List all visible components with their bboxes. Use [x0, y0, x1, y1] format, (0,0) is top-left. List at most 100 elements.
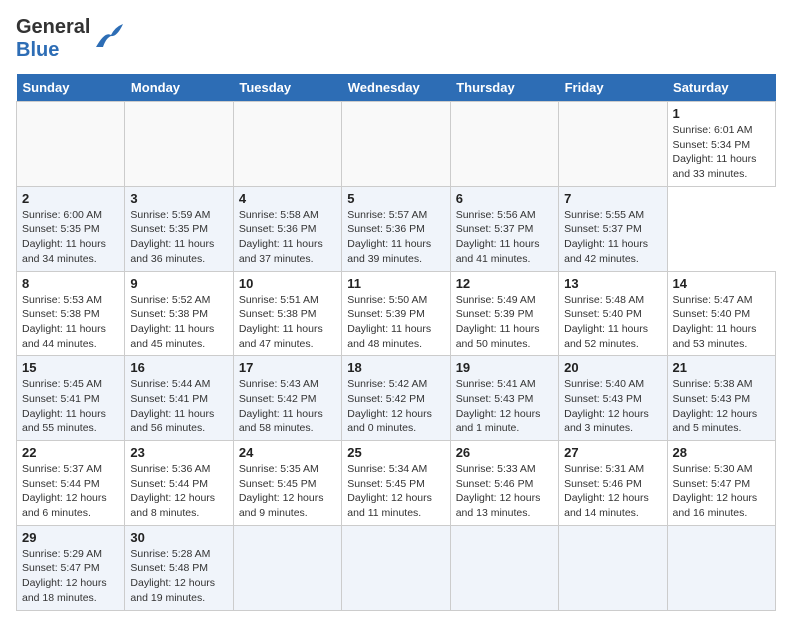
- day-cell-26: 26 Sunrise: 5:33 AMSunset: 5:46 PMDayligh…: [450, 441, 558, 526]
- day-info: Sunrise: 5:37 AMSunset: 5:44 PMDaylight:…: [22, 462, 119, 521]
- day-cell-19: 19 Sunrise: 5:41 AMSunset: 5:43 PMDayligh…: [450, 356, 558, 441]
- day-cell-8: 8 Sunrise: 5:53 AMSunset: 5:38 PMDaylight…: [17, 271, 125, 356]
- day-cell-3: 3 Sunrise: 5:59 AMSunset: 5:35 PMDaylight…: [125, 186, 233, 271]
- day-number: 4: [239, 191, 336, 206]
- day-number: 21: [673, 360, 770, 375]
- day-number: 8: [22, 276, 119, 291]
- empty-cell: [559, 102, 667, 187]
- day-number: 3: [130, 191, 227, 206]
- day-number: 2: [22, 191, 119, 206]
- calendar-week-3: 8 Sunrise: 5:53 AMSunset: 5:38 PMDaylight…: [17, 271, 776, 356]
- weekday-header-friday: Friday: [559, 74, 667, 102]
- day-number: 22: [22, 445, 119, 460]
- day-cell-13: 13 Sunrise: 5:48 AMSunset: 5:40 PMDayligh…: [559, 271, 667, 356]
- day-cell-27: 27Sunrise: 5:31 AMSunset: 5:46 PMDayligh…: [559, 441, 667, 526]
- day-info: Sunrise: 5:30 AMSunset: 5:47 PMDaylight:…: [673, 462, 770, 521]
- calendar-week-2: 2 Sunrise: 6:00 AMSunset: 5:35 PMDaylight…: [17, 186, 776, 271]
- day-number: 13: [564, 276, 661, 291]
- day-info: Sunrise: 5:38 AMSunset: 5:43 PMDaylight:…: [673, 377, 770, 436]
- day-info: Sunrise: 5:36 AMSunset: 5:44 PMDaylight:…: [130, 462, 227, 521]
- day-number: 20: [564, 360, 661, 375]
- weekday-header-sunday: Sunday: [17, 74, 125, 102]
- day-number: 7: [564, 191, 661, 206]
- weekday-header-monday: Monday: [125, 74, 233, 102]
- weekday-header-thursday: Thursday: [450, 74, 558, 102]
- calendar-week-1: 1Sunrise: 6:01 AMSunset: 5:34 PMDaylight…: [17, 102, 776, 187]
- day-number: 15: [22, 360, 119, 375]
- day-number: 24: [239, 445, 336, 460]
- day-number: 23: [130, 445, 227, 460]
- day-info: Sunrise: 5:55 AMSunset: 5:37 PMDaylight:…: [564, 208, 661, 267]
- empty-cell: [342, 102, 450, 187]
- day-info: Sunrise: 5:43 AMSunset: 5:42 PMDaylight:…: [239, 377, 336, 436]
- day-info: Sunrise: 5:41 AMSunset: 5:43 PMDaylight:…: [456, 377, 553, 436]
- empty-cell: [233, 102, 341, 187]
- day-cell-29: 29Sunrise: 5:29 AMSunset: 5:47 PMDayligh…: [17, 525, 125, 610]
- day-number: 5: [347, 191, 444, 206]
- day-cell-5: 5 Sunrise: 5:57 AMSunset: 5:36 PMDaylight…: [342, 186, 450, 271]
- day-cell-28: 28 Sunrise: 5:30 AMSunset: 5:47 PMDayligh…: [667, 441, 775, 526]
- day-number: 6: [456, 191, 553, 206]
- day-info: Sunrise: 5:34 AMSunset: 5:45 PMDaylight:…: [347, 462, 444, 521]
- page-header: General Blue: [16, 16, 776, 62]
- day-info: Sunrise: 5:40 AMSunset: 5:43 PMDaylight:…: [564, 377, 661, 436]
- day-cell-21: 21 Sunrise: 5:38 AMSunset: 5:43 PMDayligh…: [667, 356, 775, 441]
- day-cell-17: 17Sunrise: 5:43 AMSunset: 5:42 PMDayligh…: [233, 356, 341, 441]
- day-info: Sunrise: 5:49 AMSunset: 5:39 PMDaylight:…: [456, 293, 553, 352]
- logo-general: General: [16, 16, 90, 39]
- day-cell-30: 30Sunrise: 5:28 AMSunset: 5:48 PMDayligh…: [125, 525, 233, 610]
- day-cell-4: 4 Sunrise: 5:58 AMSunset: 5:36 PMDaylight…: [233, 186, 341, 271]
- day-info: Sunrise: 5:59 AMSunset: 5:35 PMDaylight:…: [130, 208, 227, 267]
- day-info: Sunrise: 5:56 AMSunset: 5:37 PMDaylight:…: [456, 208, 553, 267]
- day-cell-1: 1Sunrise: 6:01 AMSunset: 5:34 PMDaylight…: [667, 102, 775, 187]
- day-info: Sunrise: 5:58 AMSunset: 5:36 PMDaylight:…: [239, 208, 336, 267]
- day-info: Sunrise: 5:33 AMSunset: 5:46 PMDaylight:…: [456, 462, 553, 521]
- weekday-header-row: SundayMondayTuesdayWednesdayThursdayFrid…: [17, 74, 776, 102]
- empty-cell: [342, 525, 450, 610]
- day-info: Sunrise: 5:31 AMSunset: 5:46 PMDaylight:…: [564, 462, 661, 521]
- day-number: 12: [456, 276, 553, 291]
- day-number: 14: [673, 276, 770, 291]
- empty-cell: [667, 525, 775, 610]
- weekday-header-saturday: Saturday: [667, 74, 775, 102]
- day-number: 25: [347, 445, 444, 460]
- day-info: Sunrise: 6:00 AMSunset: 5:35 PMDaylight:…: [22, 208, 119, 267]
- calendar-week-5: 22 Sunrise: 5:37 AMSunset: 5:44 PMDayligh…: [17, 441, 776, 526]
- day-info: Sunrise: 5:45 AMSunset: 5:41 PMDaylight:…: [22, 377, 119, 436]
- weekday-header-tuesday: Tuesday: [233, 74, 341, 102]
- day-cell-10: 10 Sunrise: 5:51 AMSunset: 5:38 PMDayligh…: [233, 271, 341, 356]
- day-cell-9: 9Sunrise: 5:52 AMSunset: 5:38 PMDaylight…: [125, 271, 233, 356]
- day-info: Sunrise: 5:48 AMSunset: 5:40 PMDaylight:…: [564, 293, 661, 352]
- day-cell-20: 20 Sunrise: 5:40 AMSunset: 5:43 PMDayligh…: [559, 356, 667, 441]
- day-number: 1: [673, 106, 770, 121]
- day-cell-11: 11 Sunrise: 5:50 AMSunset: 5:39 PMDayligh…: [342, 271, 450, 356]
- empty-cell: [17, 102, 125, 187]
- day-info: Sunrise: 5:57 AMSunset: 5:36 PMDaylight:…: [347, 208, 444, 267]
- day-number: 18: [347, 360, 444, 375]
- empty-cell: [125, 102, 233, 187]
- day-info: Sunrise: 5:28 AMSunset: 5:48 PMDaylight:…: [130, 547, 227, 606]
- day-number: 9: [130, 276, 227, 291]
- day-number: 16: [130, 360, 227, 375]
- day-info: Sunrise: 5:53 AMSunset: 5:38 PMDaylight:…: [22, 293, 119, 352]
- day-number: 29: [22, 530, 119, 545]
- day-cell-15: 15 Sunrise: 5:45 AMSunset: 5:41 PMDayligh…: [17, 356, 125, 441]
- day-cell-2: 2 Sunrise: 6:00 AMSunset: 5:35 PMDaylight…: [17, 186, 125, 271]
- day-cell-7: 7 Sunrise: 5:55 AMSunset: 5:37 PMDaylight…: [559, 186, 667, 271]
- day-info: Sunrise: 5:50 AMSunset: 5:39 PMDaylight:…: [347, 293, 444, 352]
- day-number: 19: [456, 360, 553, 375]
- calendar-table: SundayMondayTuesdayWednesdayThursdayFrid…: [16, 74, 776, 611]
- day-number: 10: [239, 276, 336, 291]
- day-info: Sunrise: 5:51 AMSunset: 5:38 PMDaylight:…: [239, 293, 336, 352]
- day-number: 11: [347, 276, 444, 291]
- empty-cell: [233, 525, 341, 610]
- empty-cell: [559, 525, 667, 610]
- calendar-week-6: 29Sunrise: 5:29 AMSunset: 5:47 PMDayligh…: [17, 525, 776, 610]
- day-info: Sunrise: 5:42 AMSunset: 5:42 PMDaylight:…: [347, 377, 444, 436]
- logo-bird-icon: [93, 21, 125, 53]
- day-cell-25: 25 Sunrise: 5:34 AMSunset: 5:45 PMDayligh…: [342, 441, 450, 526]
- day-number: 26: [456, 445, 553, 460]
- day-info: Sunrise: 5:47 AMSunset: 5:40 PMDaylight:…: [673, 293, 770, 352]
- day-cell-23: 23 Sunrise: 5:36 AMSunset: 5:44 PMDayligh…: [125, 441, 233, 526]
- day-number: 28: [673, 445, 770, 460]
